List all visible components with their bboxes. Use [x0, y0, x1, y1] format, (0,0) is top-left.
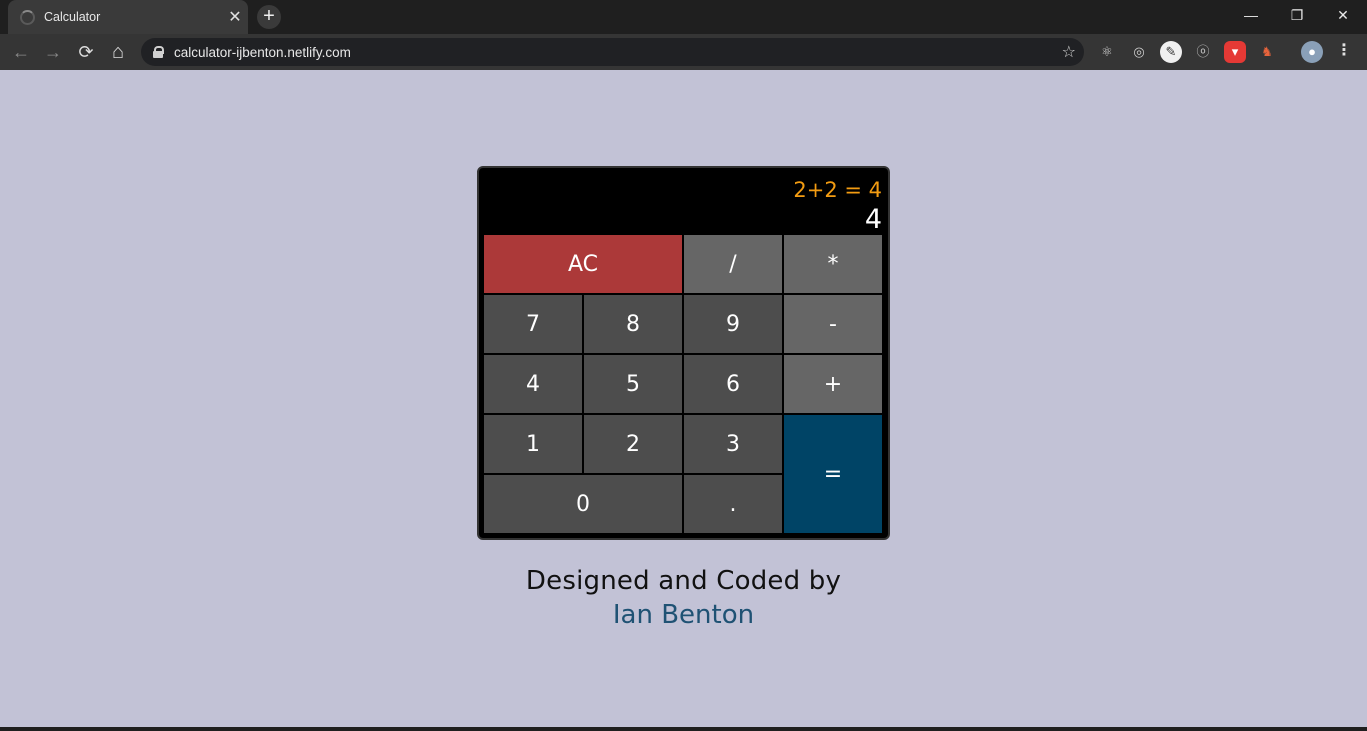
formula-display: 2+2 = 4: [793, 178, 882, 202]
credit-text: Designed and Coded by: [525, 566, 842, 596]
target-icon[interactable]: ◎: [1128, 41, 1150, 63]
minimize-button[interactable]: —: [1228, 0, 1274, 30]
browser-tab-bar: Calculator ✕ + — ❐ ✕: [0, 0, 1367, 34]
zero-button[interactable]: 0: [483, 474, 683, 534]
calculator: 2+2 = 4 4 AC / * 7 8 9 - 4 5 6 + 1 2 3 =…: [477, 166, 890, 540]
seven-button[interactable]: 7: [483, 294, 583, 354]
react-devtools-icon[interactable]: ⚛: [1096, 41, 1118, 63]
eight-button[interactable]: 8: [583, 294, 683, 354]
equals-button[interactable]: =: [783, 414, 883, 534]
two-button[interactable]: 2: [583, 414, 683, 474]
calculator-display: 2+2 = 4 4: [483, 172, 884, 235]
window-bottom-edge: [0, 727, 1367, 731]
home-icon[interactable]: ⌂: [106, 40, 130, 64]
bookmark-star-icon[interactable]: ☆: [1062, 42, 1076, 62]
clear-button[interactable]: AC: [483, 234, 683, 294]
reload-icon[interactable]: ⟳: [74, 40, 98, 64]
spy-icon[interactable]: ⓞ: [1192, 41, 1214, 63]
back-icon[interactable]: ←: [9, 40, 33, 64]
four-button[interactable]: 4: [483, 354, 583, 414]
eyedropper-icon[interactable]: ✎: [1160, 41, 1182, 63]
tab-title: Calculator: [44, 10, 101, 24]
subtract-button[interactable]: -: [783, 294, 883, 354]
one-button[interactable]: 1: [483, 414, 583, 474]
address-bar[interactable]: calculator-ijbenton.netlify.com ☆: [141, 38, 1084, 66]
new-tab-button[interactable]: +: [257, 5, 281, 29]
restore-button[interactable]: ❐: [1274, 0, 1320, 30]
credit: Designed and Coded by Ian Benton: [0, 566, 1367, 630]
add-button[interactable]: +: [783, 354, 883, 414]
browser-tab[interactable]: Calculator ✕: [8, 0, 248, 34]
decimal-button[interactable]: .: [683, 474, 783, 534]
avatar[interactable]: ●: [1301, 41, 1323, 63]
tab-close-icon[interactable]: ✕: [222, 7, 248, 27]
shield-icon[interactable]: ▾: [1224, 41, 1246, 63]
browser-toolbar: ← → ⟳ ⌂ calculator-ijbenton.netlify.com …: [0, 34, 1367, 70]
keypad: AC / * 7 8 9 - 4 5 6 + 1 2 3 = 0 .: [483, 234, 884, 534]
fox-icon[interactable]: ♞: [1256, 41, 1278, 63]
loading-spinner-icon: [20, 9, 35, 25]
forward-icon[interactable]: →: [41, 40, 65, 64]
url-text[interactable]: calculator-ijbenton.netlify.com: [174, 45, 351, 60]
lock-icon: [153, 46, 164, 58]
output-display: 4: [864, 204, 882, 235]
five-button[interactable]: 5: [583, 354, 683, 414]
three-button[interactable]: 3: [683, 414, 783, 474]
six-button[interactable]: 6: [683, 354, 783, 414]
window-close-button[interactable]: ✕: [1320, 0, 1366, 30]
divide-button[interactable]: /: [683, 234, 783, 294]
author-link[interactable]: Ian Benton: [613, 600, 754, 630]
browser-menu-icon[interactable]: ⋮: [1335, 40, 1353, 64]
nine-button[interactable]: 9: [683, 294, 783, 354]
multiply-button[interactable]: *: [783, 234, 883, 294]
